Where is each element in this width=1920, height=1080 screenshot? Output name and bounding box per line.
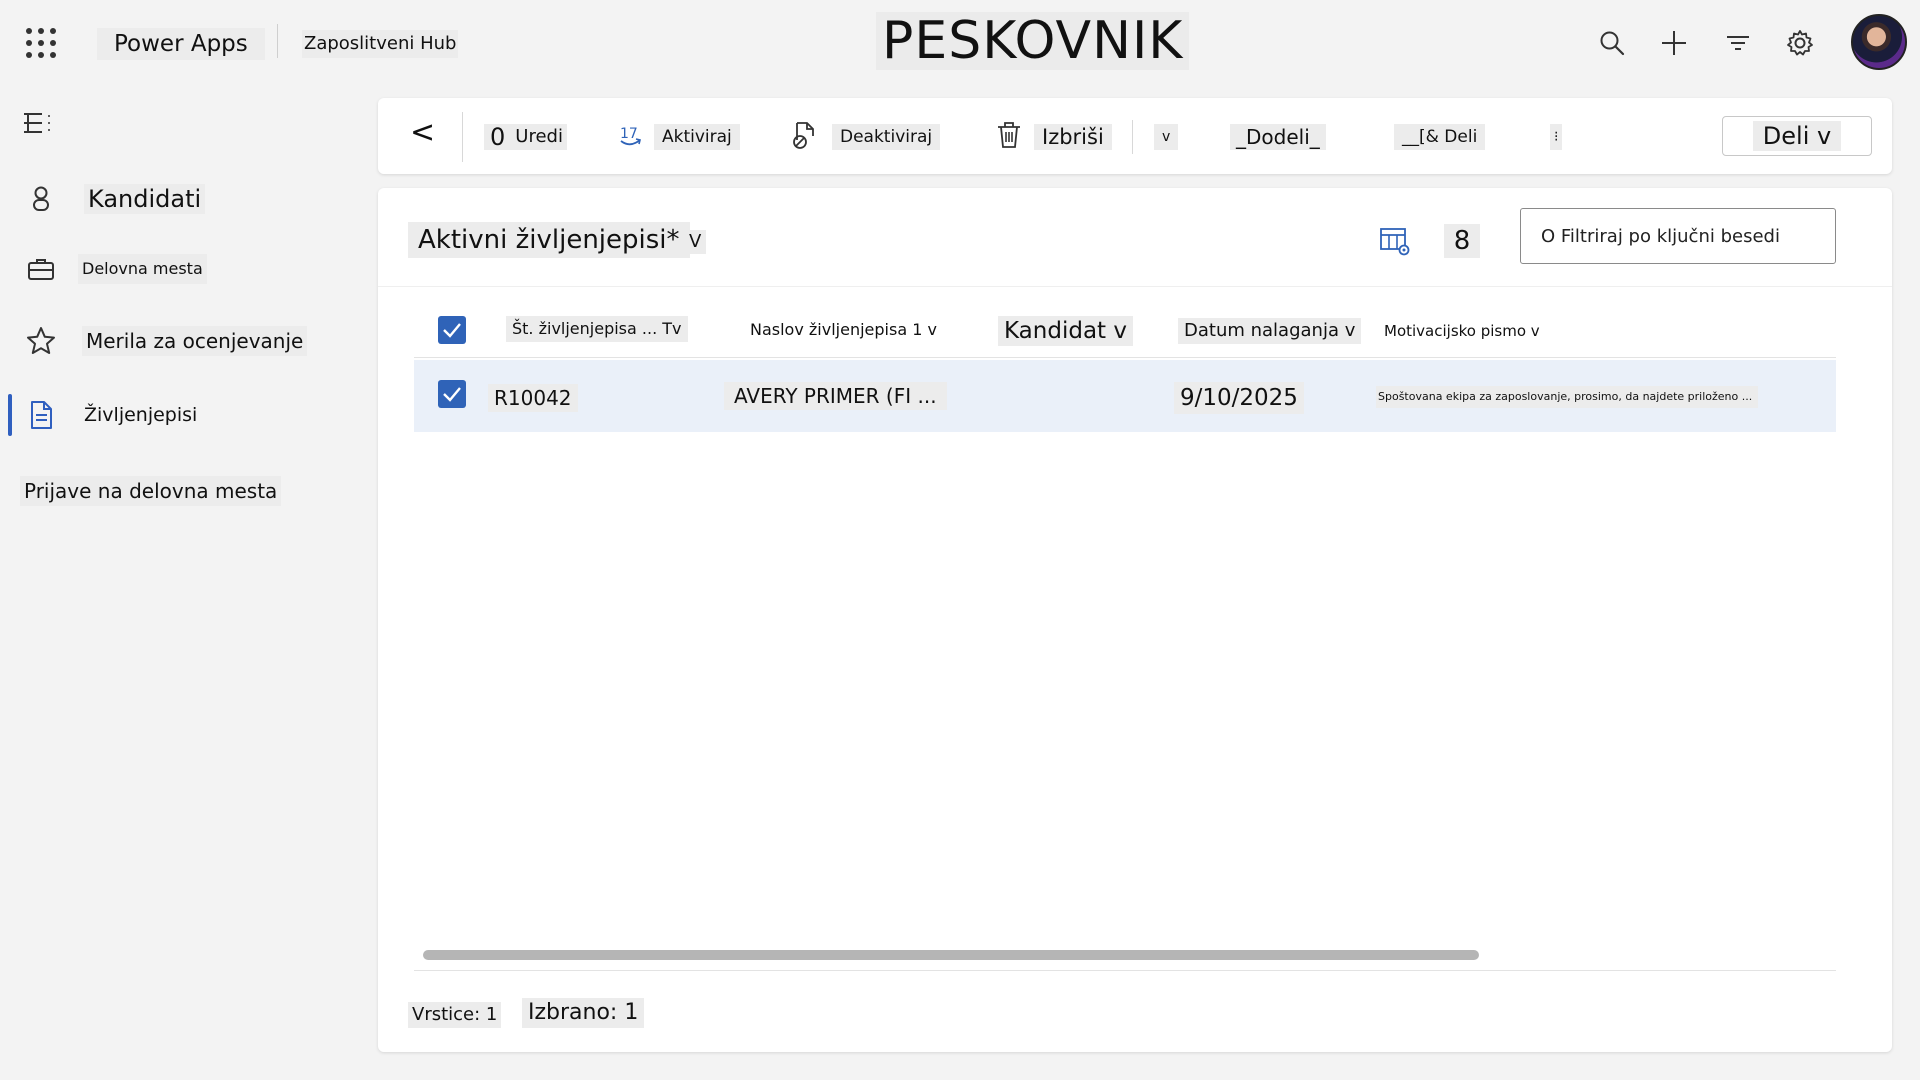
environment-title: PESKOVNIK <box>876 12 1190 70</box>
edit-label: Uredi <box>511 124 567 150</box>
person-icon <box>26 184 56 214</box>
footer-divider <box>414 970 1836 971</box>
activate-icon: 17 <box>618 122 644 152</box>
edit-icon: 0 <box>484 124 512 150</box>
sidebar-item-prijave[interactable]: Prijave na delovna mesta <box>0 462 360 518</box>
sidebar-item-label: Delovna mesta <box>78 254 207 284</box>
chevron-down-icon: v <box>1154 124 1179 150</box>
delete-label: Izbriši <box>1034 124 1112 150</box>
selected-count: Izbrano: 1 <box>522 998 645 1028</box>
column-header-candidate[interactable]: Kandidat v <box>998 316 1133 346</box>
deactivate-label: Deaktiviraj <box>832 124 941 150</box>
cell-resume-title[interactable]: AVERY PRIMER (FI ... <box>724 382 947 410</box>
app-launcher-icon[interactable] <box>26 28 56 58</box>
row-checkbox[interactable] <box>438 380 466 408</box>
share-button[interactable]: Deli v <box>1722 116 1872 156</box>
activate-button[interactable]: 17 Aktiviraj <box>618 120 740 154</box>
back-label: < <box>410 115 436 150</box>
view-chevron-icon[interactable]: V <box>684 230 707 254</box>
settings-icon[interactable] <box>1782 25 1818 61</box>
delete-button[interactable]: Izbriši <box>994 120 1112 154</box>
back-button[interactable]: < <box>410 116 435 150</box>
app-name[interactable]: Power Apps <box>97 28 265 60</box>
select-all-checkbox[interactable] <box>438 316 466 344</box>
filter-icon[interactable] <box>1720 25 1756 61</box>
column-header-upload-date[interactable]: Datum nalaganja v <box>1178 318 1362 344</box>
hub-name[interactable]: Zaposlitveni Hub <box>302 30 459 58</box>
sidebar-item-merila[interactable]: Merila za ocenjevanje <box>0 312 360 368</box>
command-separator <box>462 112 463 162</box>
more-icon: ⁝ <box>1550 124 1563 150</box>
share-command-label: __[& Deli <box>1394 124 1486 150</box>
sidebar-item-label: Prijave na delovna mesta <box>20 476 282 506</box>
search-icon[interactable] <box>1594 25 1630 61</box>
table-row[interactable]: R10042 AVERY PRIMER (FI ... 9/10/2025 Sp… <box>414 360 1836 432</box>
plus-icon[interactable] <box>1656 25 1692 61</box>
row-count: Vrstice: 1 <box>408 1002 502 1028</box>
horizontal-scrollbar[interactable] <box>423 950 1479 960</box>
sidebar-item-kandidati[interactable]: Kandidati <box>0 170 360 226</box>
cell-resume-no[interactable]: R10042 <box>488 384 578 412</box>
overflow-menu-icon[interactable]: ⁝ <box>1550 120 1563 154</box>
sidebar-item-label: Življenjepisi <box>84 404 198 426</box>
sidebar-item-zivljenjepisi[interactable]: Življenjepisi <box>0 386 360 442</box>
activate-label: Aktiviraj <box>654 124 740 150</box>
assign-button[interactable]: _Dodeli_ <box>1230 120 1326 154</box>
cell-upload-date: 9/10/2025 <box>1174 382 1304 414</box>
deactivate-icon <box>790 120 820 154</box>
briefcase-icon <box>26 254 56 284</box>
share-command-button[interactable]: __[& Deli <box>1394 120 1486 154</box>
column-header-cover-letter[interactable]: Motivacijsko pismo v <box>1378 320 1546 342</box>
sidebar-item-label: Kandidati <box>84 184 206 214</box>
document-icon <box>26 400 56 430</box>
edit-button[interactable]: 0 Uredi <box>484 120 567 154</box>
command-bar: < 0 Uredi 17 Aktiviraj Deaktiviraj Izbri… <box>378 98 1892 174</box>
svg-text:17: 17 <box>620 126 638 142</box>
cell-cover-letter: Spoštovana ekipa za zaposlovanje, prosim… <box>1376 386 1758 408</box>
star-icon <box>26 326 56 356</box>
assign-label: _Dodeli_ <box>1230 124 1326 150</box>
view-selector[interactable]: Aktivni življenjepisi* <box>408 222 690 258</box>
column-header-resume-title[interactable]: Naslov življenjepisa 1 v <box>744 318 943 342</box>
keyword-filter-input[interactable] <box>1520 208 1836 264</box>
column-header-resume-no[interactable]: Št. življenjepisa ... Tv <box>506 316 688 342</box>
record-count: 8 <box>1444 224 1480 258</box>
panel-divider <box>378 286 1892 287</box>
edit-columns-icon[interactable] <box>1378 224 1414 260</box>
app-header: Power Apps Zaposlitveni Hub PESKOVNIK <box>0 0 1920 86</box>
nav-toggle-icon[interactable] <box>22 110 56 136</box>
deactivate-button[interactable]: Deaktiviraj <box>790 120 941 154</box>
sidebar-item-label: Merila za ocenjevanje <box>82 326 308 356</box>
sidebar-item-delovna-mesta[interactable]: Delovna mesta <box>0 240 360 296</box>
share-button-label: Deli v <box>1752 121 1842 151</box>
command-separator <box>1132 120 1133 154</box>
grid-header: Št. življenjepisa ... Tv Naslov življenj… <box>414 300 1836 358</box>
user-avatar[interactable] <box>1851 14 1907 70</box>
more-commands-chevron[interactable]: v <box>1154 120 1179 154</box>
header-divider <box>277 24 278 58</box>
grid-panel: Aktivni življenjepisi* V 8 Št. življenje… <box>378 188 1892 1052</box>
trash-icon <box>994 120 1024 154</box>
